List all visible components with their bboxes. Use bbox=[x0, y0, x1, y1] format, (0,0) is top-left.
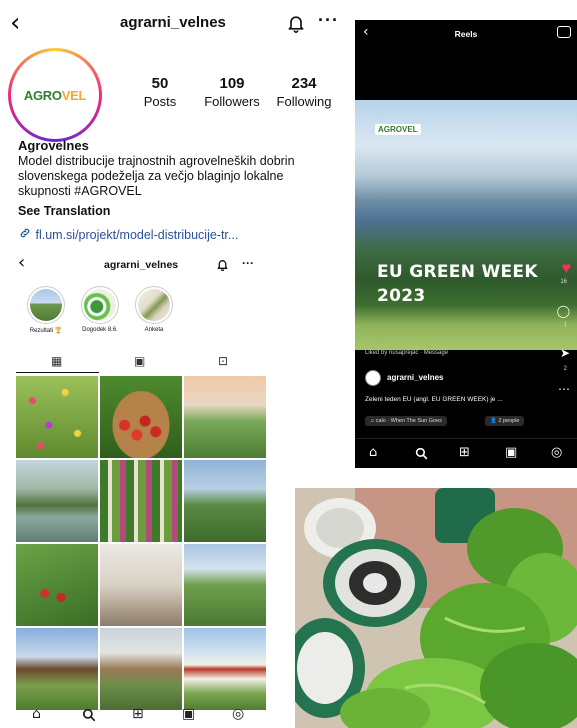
highlight-cover-image bbox=[30, 289, 62, 321]
mini-profile-header: ‹ agrarni_velnes ··· bbox=[18, 252, 268, 277]
search-icon[interactable] bbox=[415, 447, 428, 460]
reels-icon[interactable]: ▣ bbox=[182, 706, 195, 722]
liked-by-text: Liked by nusaprejac · Message bbox=[365, 350, 449, 356]
link-icon bbox=[20, 228, 30, 238]
grid-post-vegetables[interactable] bbox=[100, 460, 182, 542]
mini-profile-username: agrarni_velnes bbox=[104, 259, 179, 271]
grid-post-strawberries[interactable] bbox=[100, 376, 182, 458]
comments-count: 1 bbox=[563, 322, 567, 328]
heart-icon[interactable]: ♥ bbox=[562, 260, 572, 278]
back-icon[interactable]: ‹ bbox=[10, 10, 20, 36]
grid-post-chalet[interactable] bbox=[16, 628, 98, 710]
create-icon[interactable]: ⊞ bbox=[459, 445, 470, 460]
story-highlight-results[interactable]: Rezultati 🏆 bbox=[19, 286, 73, 334]
profile-icon[interactable]: ◎ bbox=[232, 706, 244, 722]
lettuce-and-cups-photo bbox=[295, 488, 577, 728]
bottom-nav: ⌂ ⊞ ▣ ◎ bbox=[16, 704, 266, 726]
people-chip[interactable]: 👤 2 people bbox=[485, 416, 525, 426]
grid-post-workshop[interactable] bbox=[100, 544, 182, 626]
reels-video[interactable] bbox=[355, 100, 577, 350]
profile-tabs: ▦ ▣ ⊡ bbox=[16, 354, 266, 372]
grid-icon[interactable]: ▦ bbox=[51, 354, 62, 368]
story-highlight-survey[interactable]: Anketa bbox=[127, 286, 181, 333]
product-photo bbox=[295, 488, 577, 728]
profile-username: agrarni_velnes bbox=[120, 14, 226, 31]
reels-caption[interactable]: Zeleni teden EU (angl. EU GREEN WEEK) je… bbox=[365, 396, 545, 403]
profile-icon[interactable]: ◎ bbox=[551, 445, 562, 460]
reels-header: ‹ Reels bbox=[355, 20, 577, 48]
reels-author[interactable]: agrarni_velnes bbox=[365, 370, 443, 386]
highlight-cover-image bbox=[138, 289, 170, 321]
active-tab-indicator bbox=[16, 372, 99, 373]
likes-count: 16 bbox=[560, 279, 567, 285]
more-icon[interactable]: ⋯ bbox=[558, 382, 570, 396]
agrovel-logo: AGROVEL bbox=[23, 87, 87, 103]
reels-icon[interactable]: ▣ bbox=[505, 445, 517, 460]
comment-icon[interactable]: ◯ bbox=[557, 304, 570, 318]
profile-bio: Model distribucije trajnostnih agrovelne… bbox=[18, 154, 295, 198]
search-icon[interactable] bbox=[82, 708, 96, 722]
profile-header: ‹ agrarni_velnes ··· bbox=[0, 0, 340, 46]
home-icon[interactable]: ⌂ bbox=[32, 706, 41, 722]
create-icon[interactable]: ⊞ bbox=[132, 706, 144, 722]
grid-post-valley[interactable] bbox=[184, 544, 266, 626]
mini-back-icon[interactable]: ‹ bbox=[18, 252, 25, 273]
grid-post-sunset-meadow[interactable] bbox=[184, 376, 266, 458]
mini-more-icon[interactable]: ··· bbox=[242, 256, 254, 270]
reels-agrovel-logo: AGROVEL bbox=[375, 124, 421, 135]
story-highlight-event[interactable]: Dogodek 8.6. bbox=[73, 286, 127, 333]
grid-post-hills[interactable] bbox=[184, 460, 266, 542]
audio-chip[interactable]: ♫ calo · When The Sun Goes bbox=[365, 416, 447, 426]
following-stat[interactable]: 234 Following bbox=[272, 75, 336, 109]
see-translation-button[interactable]: See Translation bbox=[18, 204, 110, 218]
photo-grid bbox=[16, 376, 266, 710]
grid-post-flowers[interactable] bbox=[16, 376, 98, 458]
shares-count: 2 bbox=[563, 366, 567, 372]
highlight-cover-image bbox=[84, 289, 116, 321]
bell-icon[interactable] bbox=[286, 13, 306, 33]
reels-headline: EU GREEN WEEK 2023 bbox=[377, 262, 538, 306]
home-icon[interactable]: ⌂ bbox=[369, 445, 377, 460]
grid-post-farmhouse[interactable] bbox=[184, 628, 266, 710]
tagged-icon[interactable]: ⊡ bbox=[218, 354, 228, 368]
posts-stat: 50 Posts bbox=[143, 75, 177, 109]
camera-icon[interactable] bbox=[557, 26, 571, 38]
reels-bottom-nav: ⌂ ⊞ ▣ ◎ bbox=[355, 438, 577, 466]
followers-stat[interactable]: 109 Followers bbox=[200, 75, 264, 109]
reels-title: Reels bbox=[454, 29, 478, 39]
send-icon[interactable]: ➤ bbox=[560, 346, 570, 360]
reels-screen: ‹ Reels AGROVEL EU GREEN WEEK 2023 ♥ 16 … bbox=[355, 20, 577, 468]
grid-post-lake[interactable] bbox=[16, 460, 98, 542]
mini-bell-icon[interactable] bbox=[216, 258, 229, 271]
more-options-icon[interactable]: ··· bbox=[318, 10, 339, 31]
profile-display-name: Agrovelnes bbox=[18, 138, 89, 153]
reels-tab-icon[interactable]: ▣ bbox=[134, 354, 145, 368]
profile-link[interactable]: fl.um.si/projekt/model-distribucije-tr..… bbox=[18, 227, 238, 242]
profile-avatar[interactable]: AGROVEL bbox=[8, 48, 102, 142]
grid-post-berries[interactable] bbox=[16, 544, 98, 626]
grid-post-village-aerial[interactable] bbox=[100, 628, 182, 710]
reels-author-avatar bbox=[365, 370, 381, 386]
